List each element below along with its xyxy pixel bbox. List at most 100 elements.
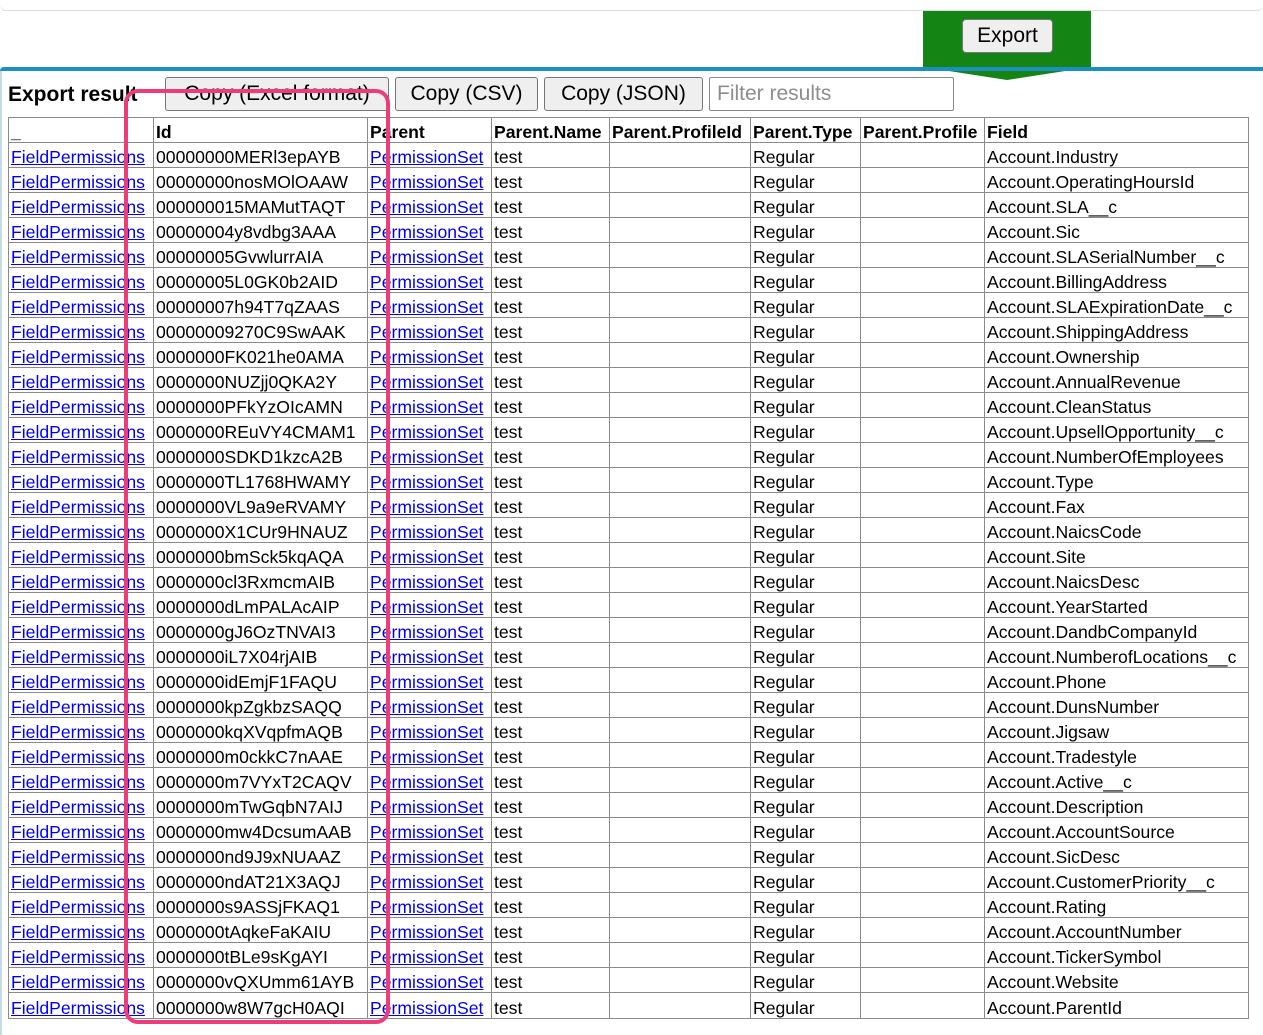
parent-link[interactable]: PermissionSet	[370, 272, 483, 292]
field-name-cell: Account.Tradestyle	[985, 743, 1248, 768]
column-header[interactable]: Parent.ProfileId	[610, 118, 751, 143]
record-type-link[interactable]: FieldPermissions	[11, 147, 145, 167]
parent-profile-id-cell	[610, 693, 751, 718]
parent-link[interactable]: PermissionSet	[370, 847, 483, 867]
record-type-link[interactable]: FieldPermissions	[11, 747, 145, 767]
parent-link[interactable]: PermissionSet	[370, 622, 483, 642]
record-type-link[interactable]: FieldPermissions	[11, 372, 145, 392]
parent-link[interactable]: PermissionSet	[370, 572, 483, 592]
record-type-link[interactable]: FieldPermissions	[11, 172, 145, 192]
record-type-link[interactable]: FieldPermissions	[11, 322, 145, 342]
parent-profile-id-cell	[610, 268, 751, 293]
copy-csv-button[interactable]: Copy (CSV)	[395, 77, 538, 111]
record-type-link[interactable]: FieldPermissions	[11, 422, 145, 442]
parent-link[interactable]: PermissionSet	[370, 747, 483, 767]
record-type-link[interactable]: FieldPermissions	[11, 622, 145, 642]
record-type-link[interactable]: FieldPermissions	[11, 722, 145, 742]
parent-link[interactable]: PermissionSet	[370, 497, 483, 517]
parent-link[interactable]: PermissionSet	[370, 672, 483, 692]
record-type-link[interactable]: FieldPermissions	[11, 998, 145, 1018]
field-name-cell: Account.ParentId	[987, 998, 1122, 1018]
table-cell: FieldPermissions	[9, 793, 154, 818]
record-type-link[interactable]: FieldPermissions	[11, 597, 145, 617]
table-cell: FieldPermissions	[9, 443, 154, 468]
record-type-link[interactable]: FieldPermissions	[11, 447, 145, 467]
parent-profile-id-cell	[610, 893, 751, 918]
record-type-link[interactable]: FieldPermissions	[11, 647, 145, 667]
record-type-link[interactable]: FieldPermissions	[11, 397, 145, 417]
record-type-link[interactable]: FieldPermissions	[11, 922, 145, 942]
column-header[interactable]: _	[9, 118, 154, 143]
parent-link[interactable]: PermissionSet	[370, 597, 483, 617]
copy-json-button[interactable]: Copy (JSON)	[544, 77, 703, 111]
column-header[interactable]: Parent.Profile	[861, 118, 985, 143]
parent-link[interactable]: PermissionSet	[370, 822, 483, 842]
record-type-link[interactable]: FieldPermissions	[11, 822, 145, 842]
record-type-link[interactable]: FieldPermissions	[11, 797, 145, 817]
record-type-link[interactable]: FieldPermissions	[11, 347, 145, 367]
record-type-link[interactable]: FieldPermissions	[11, 272, 145, 292]
parent-link[interactable]: PermissionSet	[370, 397, 483, 417]
record-type-link[interactable]: FieldPermissions	[11, 872, 145, 892]
table-cell: PermissionSet	[368, 668, 492, 693]
parent-link[interactable]: PermissionSet	[370, 197, 483, 217]
parent-link[interactable]: PermissionSet	[370, 297, 483, 317]
record-type-link[interactable]: FieldPermissions	[11, 197, 145, 217]
parent-link[interactable]: PermissionSet	[370, 172, 483, 192]
record-type-link[interactable]: FieldPermissions	[11, 522, 145, 542]
record-type-link[interactable]: FieldPermissions	[11, 247, 145, 267]
record-type-link[interactable]: FieldPermissions	[11, 772, 145, 792]
parent-link[interactable]: PermissionSet	[370, 447, 483, 467]
column-header[interactable]: Parent.Name	[492, 118, 610, 143]
parent-link[interactable]: PermissionSet	[370, 347, 483, 367]
column-header[interactable]: Parent.Type	[751, 118, 861, 143]
parent-name-cell: test	[492, 393, 610, 418]
column-header[interactable]: Field	[985, 118, 1248, 143]
parent-link[interactable]: PermissionSet	[370, 897, 483, 917]
parent-link[interactable]: PermissionSet	[370, 547, 483, 567]
parent-link[interactable]: PermissionSet	[370, 947, 483, 967]
record-type-link[interactable]: FieldPermissions	[11, 672, 145, 692]
parent-link[interactable]: PermissionSet	[370, 722, 483, 742]
parent-link[interactable]: PermissionSet	[370, 247, 483, 267]
parent-link[interactable]: PermissionSet	[370, 222, 483, 242]
parent-link[interactable]: PermissionSet	[370, 972, 483, 992]
parent-link[interactable]: PermissionSet	[370, 322, 483, 342]
record-type-link[interactable]: FieldPermissions	[11, 947, 145, 967]
parent-link[interactable]: PermissionSet	[370, 772, 483, 792]
parent-link[interactable]: PermissionSet	[370, 422, 483, 442]
field-name-cell: Account.BillingAddress	[985, 268, 1248, 293]
export-button[interactable]: Export	[962, 19, 1053, 53]
record-type-link[interactable]: FieldPermissions	[11, 547, 145, 567]
table-cell: FieldPermissions	[9, 243, 154, 268]
parent-type-cell: Regular	[751, 493, 861, 518]
record-id-cell: 0000000bmSck5kqAQA	[154, 543, 368, 568]
record-type-link[interactable]: FieldPermissions	[11, 697, 145, 717]
copy-excel-button[interactable]: Copy (Excel format)	[165, 77, 389, 111]
record-type-link[interactable]: FieldPermissions	[11, 222, 145, 242]
parent-link[interactable]: PermissionSet	[370, 998, 483, 1018]
parent-link[interactable]: PermissionSet	[370, 147, 483, 167]
record-type-link[interactable]: FieldPermissions	[11, 472, 145, 492]
parent-type-cell: Regular	[751, 818, 861, 843]
parent-link[interactable]: PermissionSet	[370, 697, 483, 717]
record-type-link[interactable]: FieldPermissions	[11, 297, 145, 317]
column-header[interactable]: Parent	[368, 118, 492, 143]
parent-link[interactable]: PermissionSet	[370, 922, 483, 942]
column-header[interactable]: Id	[154, 118, 368, 143]
parent-link[interactable]: PermissionSet	[370, 647, 483, 667]
table-cell: PermissionSet	[368, 818, 492, 843]
record-type-link[interactable]: FieldPermissions	[11, 572, 145, 592]
parent-name-cell: test	[492, 193, 610, 218]
parent-link[interactable]: PermissionSet	[370, 872, 483, 892]
parent-link[interactable]: PermissionSet	[370, 372, 483, 392]
parent-profile-id-cell	[610, 993, 751, 1018]
parent-link[interactable]: PermissionSet	[370, 797, 483, 817]
record-type-link[interactable]: FieldPermissions	[11, 497, 145, 517]
record-type-link[interactable]: FieldPermissions	[11, 972, 145, 992]
filter-results-input[interactable]	[709, 77, 954, 111]
record-type-link[interactable]: FieldPermissions	[11, 897, 145, 917]
record-type-link[interactable]: FieldPermissions	[11, 847, 145, 867]
parent-link[interactable]: PermissionSet	[370, 522, 483, 542]
parent-link[interactable]: PermissionSet	[370, 472, 483, 492]
